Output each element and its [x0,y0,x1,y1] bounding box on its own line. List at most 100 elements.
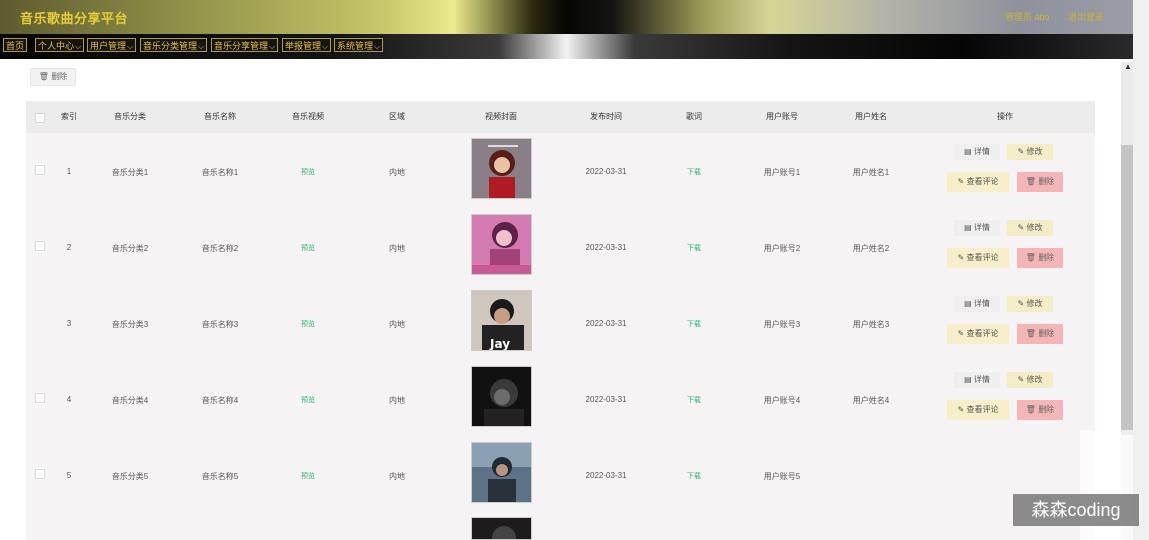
cell-username: 用户姓名3 [852,320,890,329]
edit-label: 修改 [1026,299,1043,308]
cover-text: Jay [489,337,510,351]
edit-button[interactable]: ✎ 修改 [1007,372,1053,388]
select-all-checkbox[interactable] [35,113,45,123]
delete-button[interactable]: 🗑 删除 [1017,400,1063,420]
app-title: 音乐歌曲分享平台 [20,11,129,26]
video-preview-link[interactable]: 预览 [301,167,315,177]
chevron-down-icon: ⌵ [75,42,82,51]
row-checkbox[interactable] [35,241,45,251]
chevron-down-icon: ⌵ [198,42,205,51]
cover-image[interactable] [471,366,532,427]
video-preview-link[interactable]: 预览 [301,395,315,405]
cell-username: 用户姓名4 [852,396,890,405]
cell-date: 2022-03-31 [585,395,627,404]
row-checkbox[interactable] [35,165,45,175]
table-row: 4 音乐分类4 音乐名称4 预览 内地 2022-03-31 下载 用户账号4 … [26,363,1095,439]
detail-button[interactable]: ▤ 详情 [954,296,1000,312]
cell-account: 用户账号4 [763,396,801,405]
view-comments-button[interactable]: ✎ 查看评论 [947,172,1009,192]
detail-label: 详情 [973,223,990,232]
lyrics-download-link[interactable]: 下载 [687,395,701,405]
edit-button[interactable]: ✎ 修改 [1007,220,1053,236]
window-scrollbar[interactable] [1133,0,1149,540]
delete-button[interactable]: 🗑 删除 [1017,248,1063,268]
cover-image[interactable] [471,138,532,199]
batch-delete-button[interactable]: 🗑 删除 [30,68,76,86]
lyrics-download-link[interactable]: 下载 [687,471,701,481]
detail-button[interactable]: ▤ 详情 [954,144,1000,160]
edit-label: 修改 [1026,147,1043,156]
lyrics-download-link[interactable]: 下载 [687,319,701,329]
cell-account: 用户账号2 [763,244,801,253]
document-icon: ▤ [964,223,974,232]
cell-name: 音乐名称4 [201,396,239,405]
cell-name: 音乐名称2 [201,244,239,253]
edit-button[interactable]: ✎ 修改 [1007,144,1053,160]
cell-category: 音乐分类2 [111,244,149,253]
nav-report[interactable]: 举报管理⌵ [282,38,332,52]
edit-button[interactable]: ✎ 修改 [1007,296,1053,312]
nav-home[interactable]: 首页 [3,38,28,52]
cell-username: 用户姓名2 [852,244,890,253]
detail-button[interactable]: ▤ 详情 [954,220,1000,236]
video-preview-link[interactable]: 预览 [301,319,315,329]
cover-art-dark-portrait-icon [472,367,531,426]
cell-region: 内地 [389,396,405,405]
cell-category: 音乐分类3 [111,320,149,329]
nav-user-management[interactable]: 用户管理⌵ [87,38,137,52]
cover-image[interactable] [471,442,532,503]
chevron-down-icon: ⌵ [374,42,381,51]
detail-button[interactable]: ▤ 详情 [954,372,1000,388]
cell-index: 3 [66,319,72,328]
col-date: 发布时间 [590,112,622,121]
edit-label: 修改 [1026,375,1043,384]
view-comments-button[interactable]: ✎ 查看评论 [947,400,1009,420]
cell-category: 音乐分类4 [111,396,149,405]
chevron-down-icon: ⌵ [269,42,276,51]
cover-image[interactable] [471,517,532,540]
cell-date: 2022-03-31 [585,319,627,328]
nav-music-share[interactable]: 音乐分享管理⌵ [211,38,279,52]
cell-category: 音乐分类5 [111,472,149,481]
nav-music-category[interactable]: 音乐分类管理⌵ [140,38,208,52]
table-row: 2 音乐分类2 音乐名称2 预览 内地 2022-03-31 下载 用户账号2 … [26,211,1095,287]
cell-index: 2 [66,243,72,252]
nav-label: 用户管理 [90,41,127,51]
cell-account: 用户账号3 [763,320,801,329]
document-icon: ▤ [964,299,974,308]
cover-image[interactable]: Jay [471,290,532,351]
table-row: 3 音乐分类3 音乐名称3 预览 内地 Jay 2022-03-31 下载 用户… [26,287,1095,363]
watermark: 森森coding [1013,494,1139,526]
content-scroll-thumb[interactable] [1121,145,1133,435]
cell-username: 用户姓名1 [852,168,890,177]
delete-label: 删除 [1038,405,1055,414]
nav-label: 系统管理 [337,41,374,51]
video-preview-link[interactable]: 预览 [301,471,315,481]
cell-region: 内地 [389,168,405,177]
lyrics-download-link[interactable]: 下载 [687,167,701,177]
logout-link[interactable]: 退出登录 [1068,10,1104,23]
video-preview-link[interactable]: 预览 [301,243,315,253]
delete-button[interactable]: 🗑 删除 [1017,172,1063,192]
view-comments-button[interactable]: ✎ 查看评论 [947,324,1009,344]
lyrics-download-link[interactable]: 下载 [687,243,701,253]
cover-image[interactable] [471,214,532,275]
table-row: 1 音乐分类1 音乐名称1 预览 内地 2022-03-31 下载 用户账号1 … [26,135,1095,211]
detail-label: 详情 [973,375,990,384]
delete-button[interactable]: 🗑 删除 [1017,324,1063,344]
nav-personal-center[interactable]: 个人中心⌵ [35,38,85,52]
trash-icon: 🗑 [1025,329,1039,338]
row-checkbox[interactable] [35,393,45,403]
cell-region: 内地 [389,244,405,253]
nav-system[interactable]: 系统管理⌵ [334,38,384,52]
view-comments-button[interactable]: ✎ 查看评论 [947,248,1009,268]
cell-index: 1 [66,167,72,176]
document-icon: ▤ [964,147,974,156]
row-checkbox[interactable] [35,469,45,479]
cell-account: 用户账号5 [763,472,801,481]
cell-date: 2022-03-31 [585,471,627,480]
edit-label: 修改 [1026,223,1043,232]
cell-name: 音乐名称3 [201,320,239,329]
cover-art-jay-icon: Jay [472,291,531,351]
scroll-up-arrow-icon[interactable]: ▲ [1124,62,1132,71]
